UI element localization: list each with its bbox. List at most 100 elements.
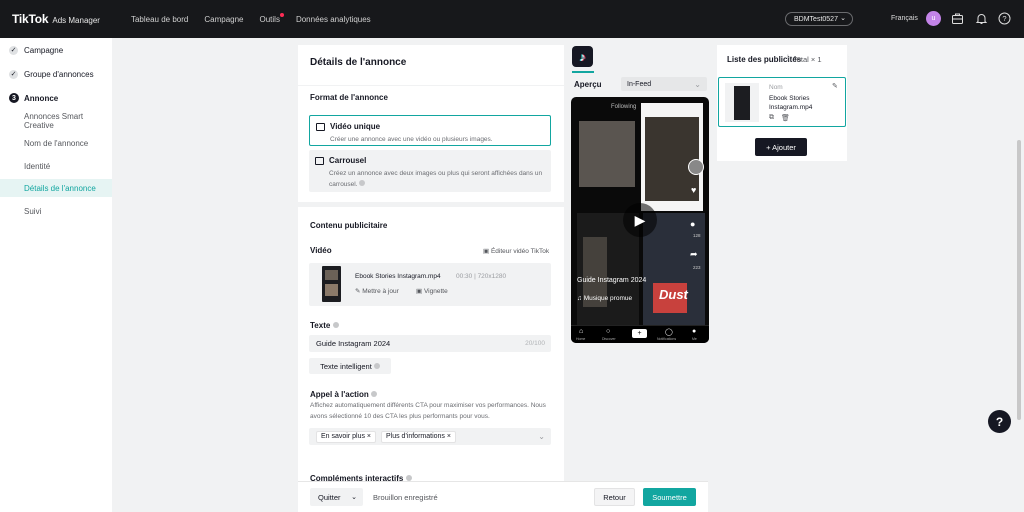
question-icon: ?: [995, 414, 1004, 429]
sidebar-item-identity[interactable]: Identité: [0, 157, 112, 175]
draft-status: Brouillon enregistré: [373, 493, 438, 502]
ad-list-item[interactable]: Nom Ebook Stories Instagram.mp4 ✎ ⧉ 🗑: [718, 77, 846, 127]
sidebar-item-ad[interactable]: 3 Annonce: [0, 89, 112, 107]
music-name: Musique promue: [583, 295, 633, 302]
cta-label: Appel à l'action: [310, 390, 378, 399]
language-selector[interactable]: Français: [891, 15, 918, 22]
cta-description: Affichez automatiquement différents CTA …: [310, 402, 546, 420]
info-icon: [371, 391, 378, 397]
tab-notifications: Notifications: [657, 337, 677, 341]
main-nav: Tableau de bord Campagne Outils Données …: [131, 12, 387, 24]
nav-analytics[interactable]: Données analytiques: [296, 15, 371, 24]
following-tab: Following: [611, 104, 637, 110]
content-card: Contenu publicitaire Vidéo ▣ Éditeur vid…: [298, 207, 564, 460]
video-editor-link[interactable]: ▣ Éditeur vidéo TikTok: [483, 247, 549, 255]
tab-discover: Discover: [602, 337, 616, 341]
video-filename: Ebook Stories Instagram.mp4: [355, 273, 441, 280]
back-button[interactable]: Retour: [594, 488, 635, 506]
account-selector[interactable]: BDMTest0527 ⌄: [785, 12, 853, 26]
edit-icon[interactable]: ✎: [832, 82, 838, 90]
heart-icon: ♥: [691, 185, 697, 195]
delete-icon[interactable]: 🗑: [781, 114, 790, 122]
ad-list-title: Liste des publicités: [727, 55, 802, 64]
nav-campaign[interactable]: Campagne: [204, 15, 243, 24]
sidebar-item-smart-creative[interactable]: Annonces Smart Creative: [0, 112, 112, 130]
svg-text:?: ?: [1002, 14, 1006, 23]
help-circle-icon[interactable]: ?: [998, 12, 1011, 25]
text-label: Texte: [310, 321, 339, 330]
placement-select[interactable]: In-Feed ⌄: [621, 77, 707, 91]
notifications-icon: ◯: [665, 329, 673, 336]
tab-home: Home: [576, 337, 586, 341]
chevron-down-icon: ⌄: [351, 494, 357, 501]
avatar[interactable]: u: [926, 11, 941, 26]
char-count: 20/100: [525, 340, 545, 347]
info-icon: [359, 180, 366, 186]
ad-list-panel: Liste des publicités | Total × 1 Nom Ebo…: [717, 45, 847, 161]
video-meta: 00:30 | 720x1280: [456, 273, 507, 280]
video-icon: [316, 123, 325, 131]
quit-button[interactable]: Quitter ⌄: [310, 488, 363, 506]
cta-chip[interactable]: En savoir plus ×: [316, 430, 377, 443]
placement-value: In-Feed: [627, 80, 652, 88]
option-name: Carrousel: [329, 156, 367, 165]
play-icon[interactable]: ▶: [623, 203, 657, 237]
bell-icon[interactable]: [975, 12, 988, 25]
ad-thumbnail-image: [734, 86, 750, 120]
check-icon: ✓: [9, 69, 18, 79]
sidebar-item-adgroup[interactable]: ✓ Groupe d'annonces: [0, 65, 112, 83]
briefcase-icon[interactable]: [951, 12, 964, 25]
feed-image: [579, 121, 635, 187]
add-ad-button[interactable]: + Ajouter: [755, 138, 807, 156]
video-item: Ebook Stories Instagram.mp4 00:30 | 720x…: [309, 263, 551, 306]
chevron-down-icon: ⌄: [538, 432, 545, 441]
smart-text-button[interactable]: Texte intelligent: [309, 358, 391, 374]
content-title: Contenu publicitaire: [310, 221, 388, 230]
discover-icon: ○: [606, 328, 611, 335]
sidebar-item-ad-name[interactable]: Nom de l'annonce: [0, 134, 112, 152]
sidebar-item-label: Annonce: [24, 93, 59, 103]
me-icon: ●: [692, 328, 697, 335]
thumbnail-button[interactable]: ▣ Vignette: [416, 287, 448, 295]
submit-button[interactable]: Soumettre: [643, 488, 696, 506]
details-header-card: Détails de l'annonce: [298, 45, 564, 85]
preview-panel: ♪ Aperçu In-Feed ⌄ Following ▶ Guide Ins…: [570, 45, 710, 345]
overlay-text: Dust: [659, 287, 688, 302]
single-video-option[interactable]: Vidéo unique Créer une annonce avec une …: [309, 115, 551, 146]
creator-avatar: [688, 159, 704, 175]
active-tab-indicator: [572, 71, 594, 73]
carousel-option[interactable]: Carrousel Créez un annonce avec deux ima…: [309, 150, 551, 192]
video-label: Vidéo: [310, 246, 332, 255]
help-button[interactable]: ?: [988, 410, 1011, 433]
ad-thumbnail: [725, 83, 759, 122]
create-button: +: [632, 329, 647, 338]
preview-label: Aperçu: [574, 80, 602, 89]
scrollbar[interactable]: [1017, 140, 1021, 420]
update-video-button[interactable]: ✎ Mettre à jour: [355, 287, 399, 295]
sidebar-item-label: Campagne: [24, 45, 64, 55]
video-thumbnail: [322, 266, 341, 302]
cta-chip[interactable]: Plus d'informations ×: [381, 430, 456, 443]
copy-icon[interactable]: ⧉: [769, 114, 774, 122]
sidebar-item-ad-details[interactable]: Détails de l'annonce: [0, 179, 112, 197]
phone-mockup: Following ▶ Guide Instagram 2024 ♫ Musiq…: [571, 97, 709, 343]
quit-label: Quitter: [318, 492, 341, 502]
thumbnail-label: Vignette: [423, 288, 448, 295]
top-bar: TikTok Ads Manager Tableau de bord Campa…: [0, 0, 1024, 38]
cta-select[interactable]: En savoir plus × Plus d'informations × ⌄: [309, 428, 551, 445]
tiktok-logo[interactable]: TikTok Ads Manager: [12, 12, 100, 26]
ad-text-value: Guide Instagram 2024: [316, 339, 391, 348]
sidebar-item-campaign[interactable]: ✓ Campagne: [0, 41, 112, 59]
option-name: Vidéo unique: [330, 122, 381, 131]
option-desc: Créez un annonce avec deux images ou plu…: [329, 168, 544, 190]
nav-tools[interactable]: Outils: [260, 12, 284, 24]
tiktok-app-icon: ♪: [572, 46, 593, 67]
sidebar-item-tracking[interactable]: Suivi: [0, 202, 112, 220]
ad-list-total: Total × 1: [793, 55, 822, 64]
nav-dashboard[interactable]: Tableau de bord: [131, 15, 188, 24]
sidebar: ✓ Campagne ✓ Groupe d'annonces 3 Annonce…: [0, 38, 112, 512]
format-card: Format de l'annonce Vidéo unique Créer u…: [298, 86, 564, 202]
ad-text-input[interactable]: Guide Instagram 2024 20/100: [309, 335, 551, 352]
page-title: Détails de l'annonce: [310, 57, 407, 68]
cta-label-text: Appel à l'action: [310, 390, 369, 399]
